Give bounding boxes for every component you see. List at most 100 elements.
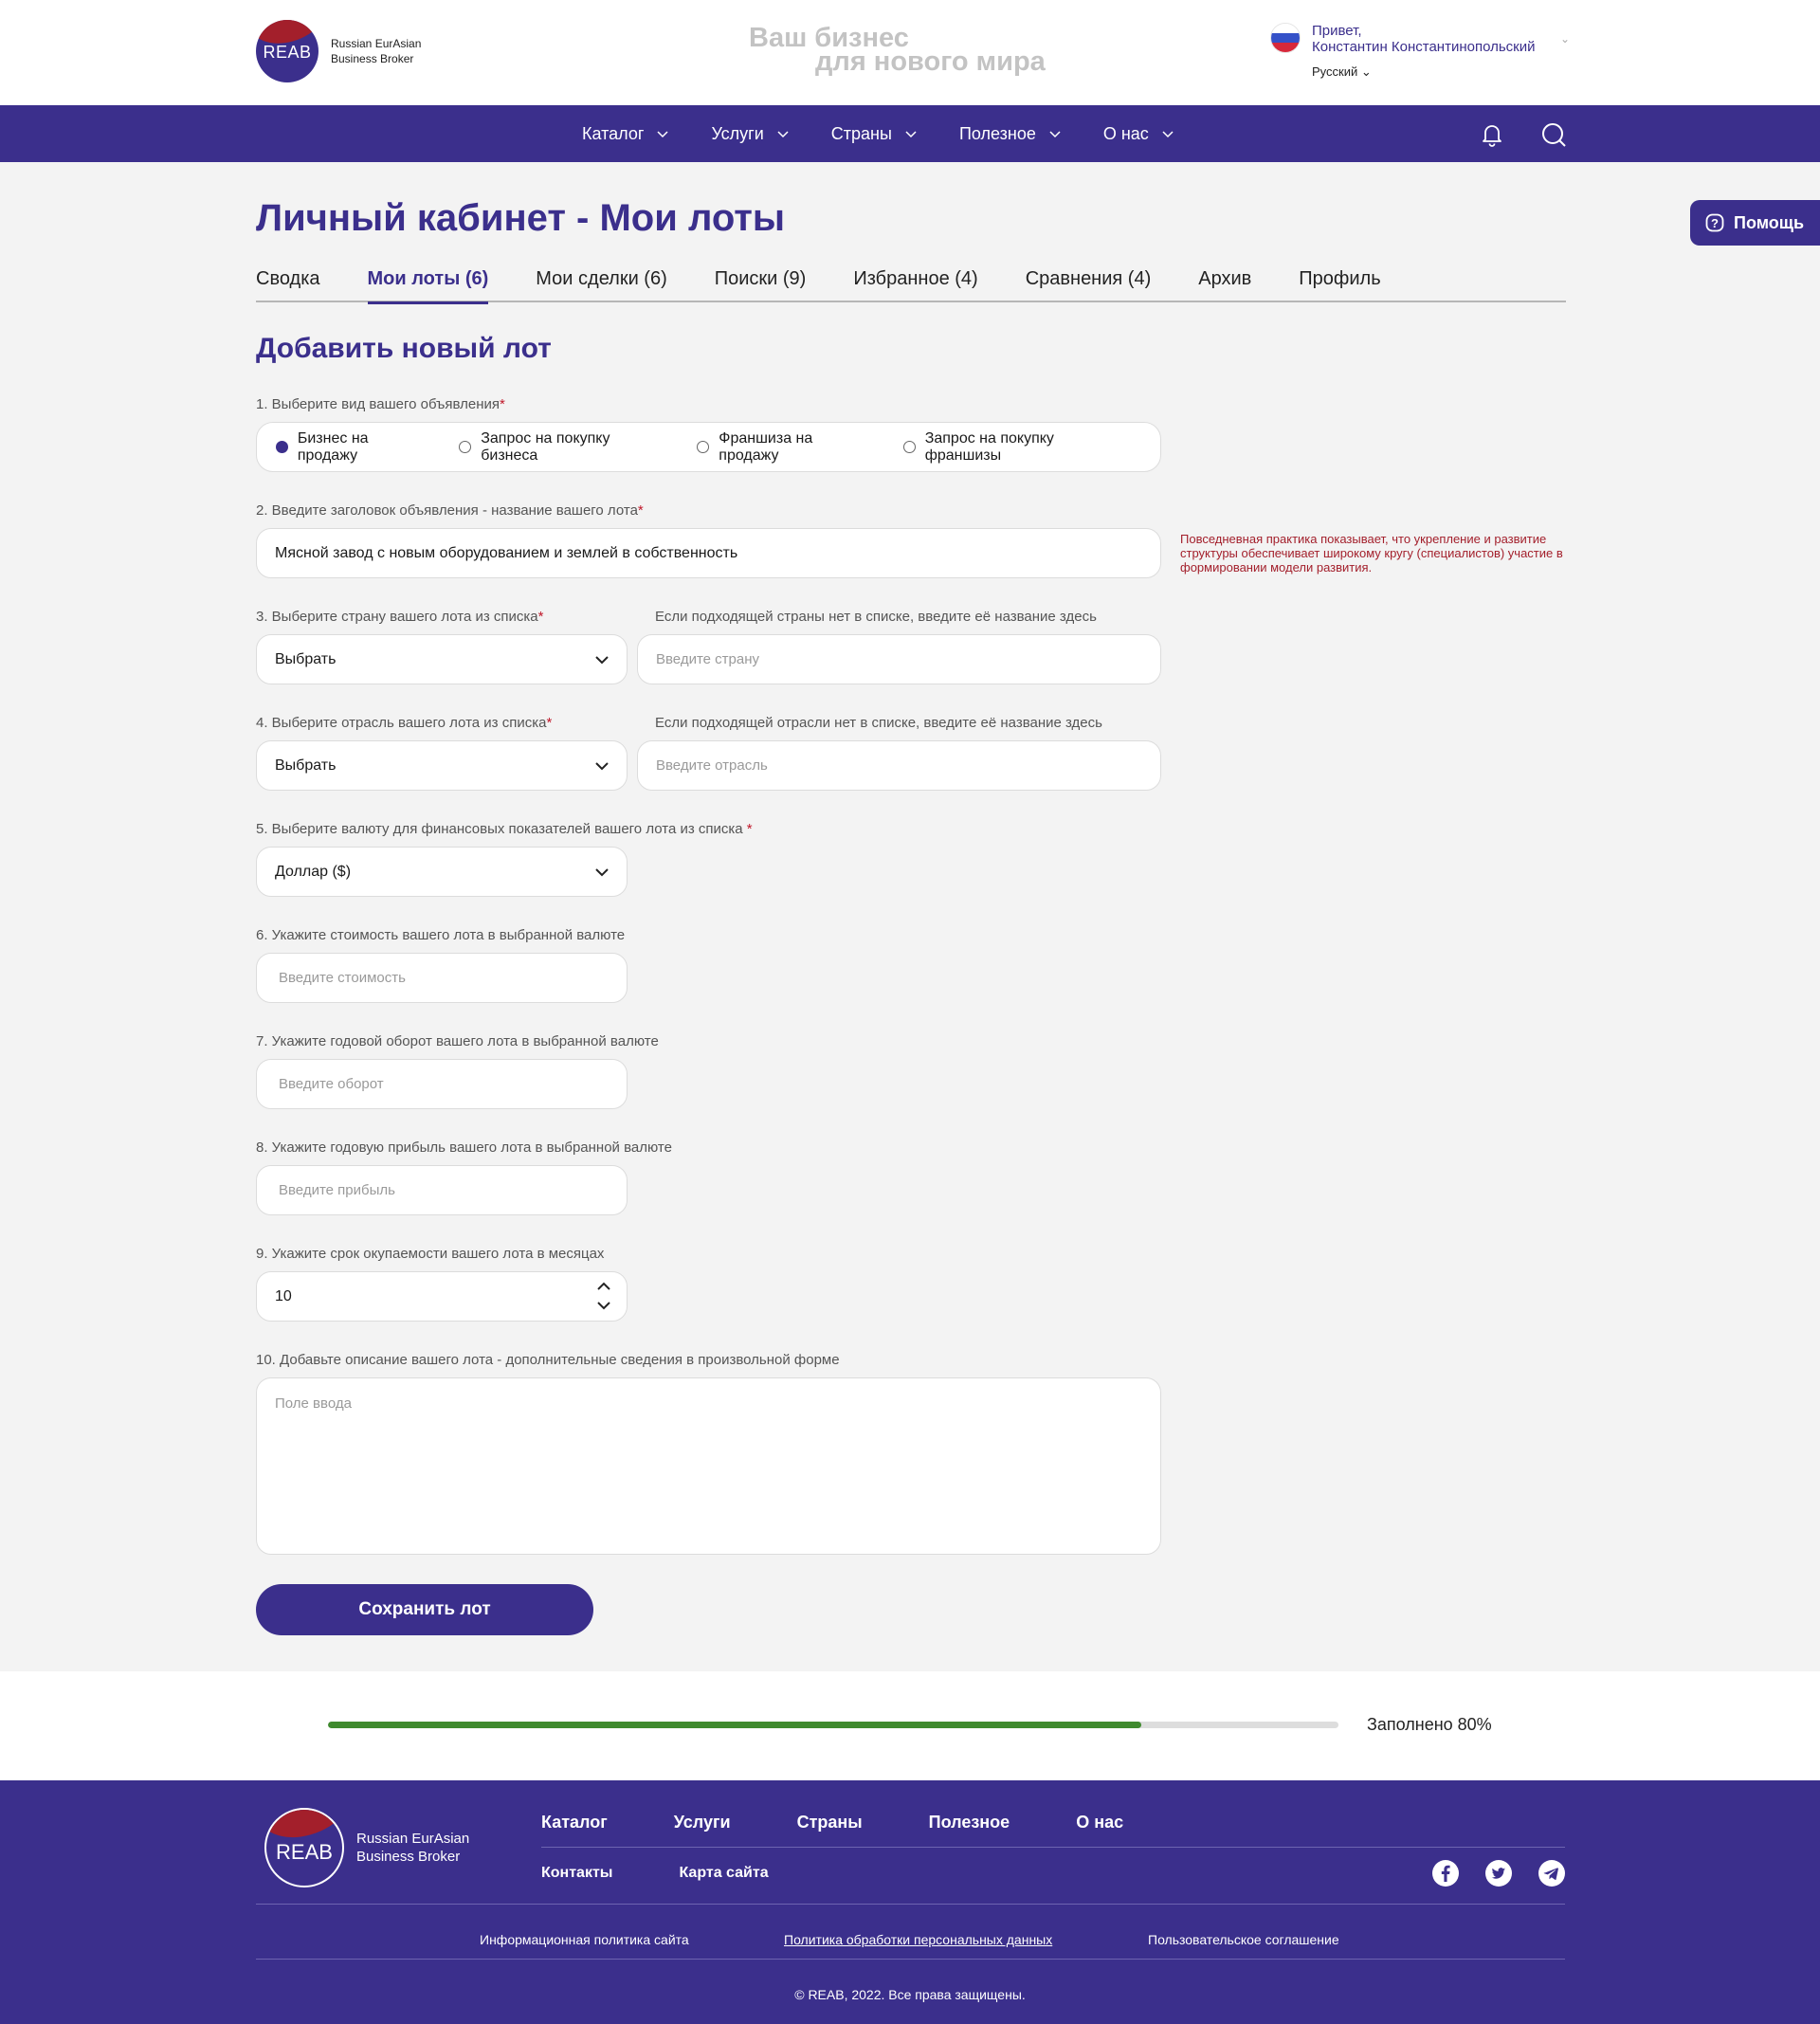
footer-logo-text: Russian EurAsian Business Broker	[356, 1830, 469, 1866]
slogan: Ваш бизнес для нового мира	[749, 25, 1046, 77]
russian-flag-icon	[1270, 23, 1301, 53]
chevron-down-icon	[905, 131, 917, 138]
industry-input[interactable]: Введите отрасль	[637, 740, 1161, 791]
price-input[interactable]: Введите стоимость	[256, 953, 628, 1003]
user-menu[interactable]: Привет, Константин Константинопольский Р…	[1270, 23, 1570, 80]
divider	[541, 1847, 1565, 1848]
required-mark: *	[500, 396, 505, 412]
progress-bar	[328, 1722, 1338, 1728]
chevron-down-icon	[595, 761, 609, 770]
currency-select[interactable]: Доллар ($)	[256, 847, 628, 897]
nav-item-catalog[interactable]: Каталог	[582, 124, 668, 144]
language-selector[interactable]: Русский ⌄	[1312, 64, 1535, 80]
radio-franchise-buy-request[interactable]: Запрос на покупку франшизы	[902, 430, 1132, 465]
nav-item-countries[interactable]: Страны	[831, 124, 917, 144]
chevron-down-icon	[657, 131, 668, 138]
page-title: Личный кабинет - Мои лоты	[256, 197, 786, 239]
q3-label-text: 3. Выберите страну вашего лота из списка	[256, 609, 538, 625]
help-button[interactable]: ? Помощь	[1690, 200, 1820, 246]
footer-link-sitemap[interactable]: Карта сайта	[679, 1865, 768, 1882]
q2-label: 2. Введите заголовок объявления - назван…	[256, 502, 644, 519]
required-mark: *	[546, 715, 553, 731]
divider	[256, 1904, 1565, 1905]
industry-select[interactable]: Выбрать	[256, 740, 628, 791]
chevron-down-icon	[1049, 131, 1061, 138]
footer-logo-mark: REAB	[264, 1808, 344, 1887]
radio-business-sale[interactable]: Бизнес на продажу	[276, 430, 430, 465]
form-title: Добавить новый лот	[256, 333, 552, 364]
nav-item-about[interactable]: О нас	[1103, 124, 1174, 144]
tab-summary[interactable]: Сводка	[256, 268, 320, 302]
footer-logo-abbr: REAB	[276, 1840, 333, 1864]
footer-link-user-agreement[interactable]: Пользовательское соглашение	[1148, 1932, 1339, 1947]
nav-label: Каталог	[582, 123, 645, 143]
footer-link-contacts[interactable]: Контакты	[541, 1865, 612, 1882]
tab-my-deals[interactable]: Мои сделки (6)	[536, 268, 666, 302]
radio-label: Бизнес на продажу	[297, 429, 369, 464]
required-mark: *	[637, 502, 644, 519]
footer-menu: Каталог Услуги Страны Полезное О нас	[541, 1813, 1190, 1833]
footer-logo[interactable]: REAB Russian EurAsian Business Broker	[264, 1808, 469, 1887]
chevron-down-icon[interactable]	[596, 1300, 611, 1311]
radio-franchise-sale[interactable]: Франшиза на продажу	[697, 430, 874, 465]
turnover-input[interactable]: Введите оборот	[256, 1059, 628, 1109]
facebook-icon[interactable]	[1432, 1860, 1459, 1887]
radio-dot	[459, 441, 472, 453]
payback-stepper[interactable]: 10	[256, 1271, 628, 1322]
footer-link-about[interactable]: О нас	[1076, 1813, 1123, 1833]
progress-fill	[328, 1722, 1142, 1728]
tab-searches[interactable]: Поиски (9)	[715, 268, 807, 302]
q10-label: 10. Добавьте описание вашего лота - допо…	[256, 1352, 840, 1368]
q5-label: 5. Выберите валюту для финансовых показа…	[256, 821, 753, 837]
industry-select-value: Выбрать	[275, 757, 337, 774]
chevron-down-icon	[595, 655, 609, 664]
validation-hint: Повседневная практика показывает, что ук…	[1180, 532, 1563, 574]
country-input[interactable]: Введите страну	[637, 634, 1161, 684]
twitter-icon[interactable]	[1485, 1860, 1512, 1887]
footer-link-privacy-policy[interactable]: Политика обработки персональных данных	[784, 1932, 1052, 1947]
q1-label: 1. Выберите вид вашего объявления*	[256, 396, 505, 412]
profit-input[interactable]: Введите прибыль	[256, 1165, 628, 1215]
tab-my-lots[interactable]: Мои лоты (6)	[367, 268, 488, 304]
q4-label-text: 4. Выберите отрасль вашего лота из списк…	[256, 715, 547, 731]
footer-link-info-policy[interactable]: Информационная политика сайта	[480, 1932, 689, 1947]
nav-label: Страны	[830, 123, 892, 143]
nav-item-services[interactable]: Услуги	[711, 123, 789, 144]
progress-label: Заполнено 80%	[1367, 1715, 1492, 1734]
footer-link-catalog[interactable]: Каталог	[541, 1813, 608, 1833]
logo-text: Russian EurAsian Business Broker	[331, 36, 421, 66]
lot-title-input[interactable]: Мясной завод с новым оборудованием и зем…	[256, 528, 1161, 578]
radio-business-buy-request[interactable]: Запрос на покупку бизнеса	[459, 430, 668, 465]
nav-item-useful[interactable]: Полезное	[959, 124, 1061, 144]
country-select[interactable]: Выбрать	[256, 634, 628, 684]
tab-comparisons[interactable]: Сравнения (4)	[1026, 268, 1152, 302]
description-textarea[interactable]: Поле ввода	[256, 1377, 1161, 1555]
chevron-up-icon[interactable]	[596, 1281, 611, 1292]
footer-link-useful[interactable]: Полезное	[929, 1813, 1010, 1833]
footer-logo-line1: Russian EurAsian	[356, 1831, 470, 1847]
logo[interactable]: REAB Russian EurAsian Business Broker	[256, 20, 421, 82]
user-name: Константин Константинопольский	[1312, 39, 1536, 55]
q8-label: 8. Укажите годовую прибыль вашего лота в…	[256, 1140, 672, 1156]
user-info: Привет, Константин Константинопольский Р…	[1312, 23, 1535, 80]
nav-label: О нас	[1102, 123, 1149, 143]
language-label: Русский	[1312, 64, 1358, 79]
currency-select-value: Доллар ($)	[275, 863, 352, 880]
q9-label: 9. Укажите срок окупаемости вашего лота …	[256, 1246, 605, 1262]
nav-label: Услуги	[711, 123, 764, 143]
logo-abbr: REAB	[263, 43, 312, 62]
radio-label: Запрос на покупку бизнеса	[481, 429, 610, 464]
tab-archive[interactable]: Архив	[1198, 268, 1251, 302]
tab-favorites[interactable]: Избранное (4)	[853, 268, 977, 302]
slogan-line2: для нового мира	[815, 46, 1046, 77]
radio-dot	[276, 441, 288, 453]
tab-profile[interactable]: Профиль	[1299, 268, 1380, 302]
q6-label: 6. Укажите стоимость вашего лота в выбра…	[256, 927, 626, 943]
save-lot-button[interactable]: Сохранить лот	[256, 1584, 593, 1635]
search-icon[interactable]	[1540, 121, 1567, 148]
footer-link-countries[interactable]: Страны	[797, 1813, 863, 1833]
bell-icon[interactable]	[1479, 121, 1505, 148]
chevron-down-icon[interactable]: ⌄	[1560, 32, 1570, 46]
telegram-icon[interactable]	[1538, 1860, 1565, 1887]
footer-link-services[interactable]: Услуги	[674, 1813, 731, 1833]
